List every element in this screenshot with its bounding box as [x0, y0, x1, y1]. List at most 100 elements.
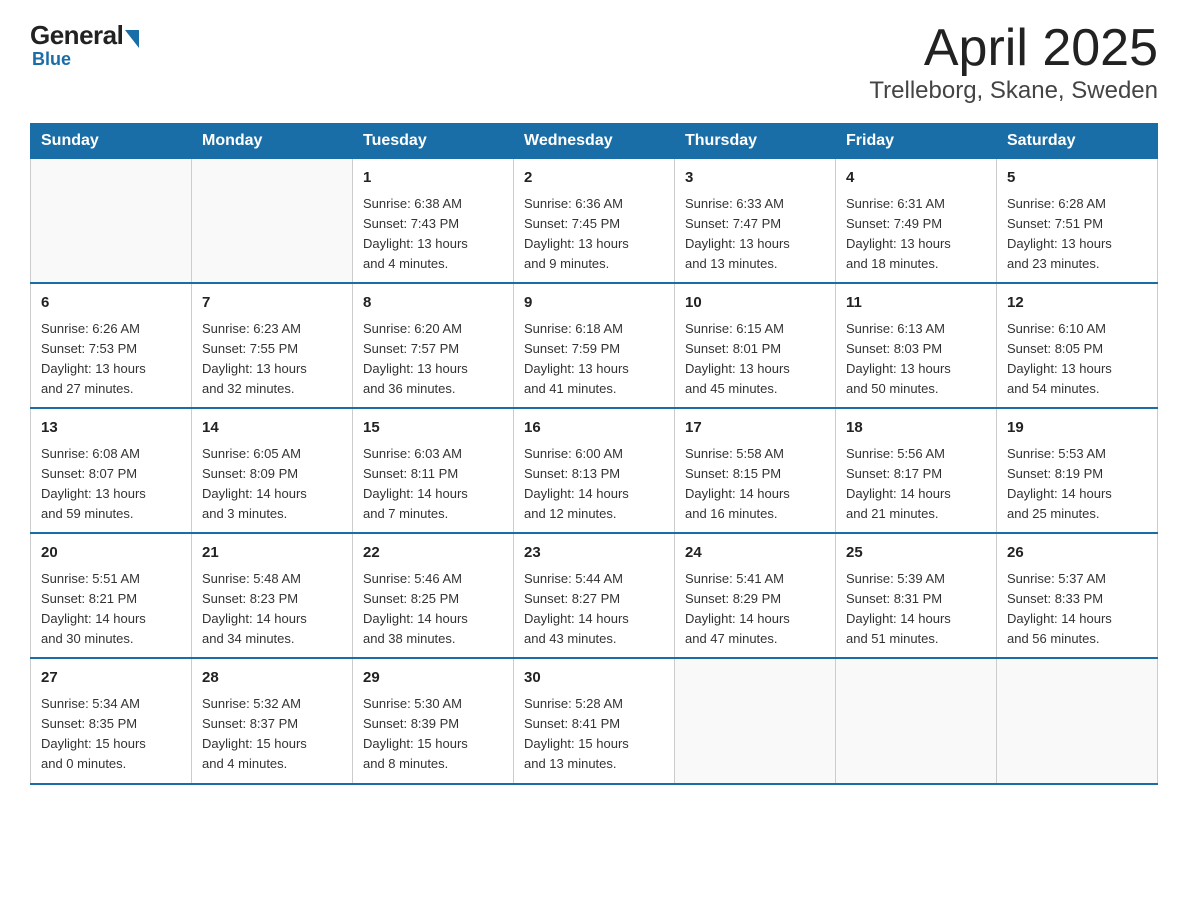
- title-block: April 2025 Trelleborg, Skane, Sweden: [869, 20, 1158, 105]
- day-number: 25: [846, 542, 986, 565]
- day-number: 6: [41, 292, 181, 315]
- day-number: 4: [846, 167, 986, 190]
- calendar-cell: 3Sunrise: 6:33 AMSunset: 7:47 PMDaylight…: [675, 159, 836, 284]
- calendar-cell: 18 Sunrise: 5:56 AMSunset: 8:17 PMDayligh…: [836, 408, 997, 533]
- day-number: 30: [524, 667, 664, 690]
- day-number: 23: [524, 542, 664, 565]
- day-info: Sunrise: 5:58 AMSunset: 8:15 PMDaylight:…: [685, 444, 825, 525]
- day-number: 29: [363, 667, 503, 690]
- day-number: 13: [41, 417, 181, 440]
- calendar-cell: 17 Sunrise: 5:58 AMSunset: 8:15 PMDayligh…: [675, 408, 836, 533]
- day-info: Sunrise: 6:18 AMSunset: 7:59 PMDaylight:…: [524, 319, 664, 400]
- day-info: Sunrise: 5:41 AMSunset: 8:29 PMDaylight:…: [685, 569, 825, 650]
- day-info: Sunrise: 6:20 AMSunset: 7:57 PMDaylight:…: [363, 319, 503, 400]
- calendar-cell: [31, 159, 192, 284]
- day-info: Sunrise: 5:32 AMSunset: 8:37 PMDaylight:…: [202, 694, 342, 775]
- calendar-cell: 25 Sunrise: 5:39 AMSunset: 8:31 PMDayligh…: [836, 533, 997, 658]
- calendar-cell: 9Sunrise: 6:18 AMSunset: 7:59 PMDaylight…: [514, 283, 675, 408]
- header-day-monday: Monday: [192, 124, 353, 159]
- day-info: Sunrise: 6:05 AMSunset: 8:09 PMDaylight:…: [202, 444, 342, 525]
- calendar-cell: 30 Sunrise: 5:28 AMSunset: 8:41 PMDayligh…: [514, 658, 675, 783]
- day-info: Sunrise: 6:38 AMSunset: 7:43 PMDaylight:…: [363, 194, 503, 275]
- day-number: 15: [363, 417, 503, 440]
- day-info: Sunrise: 6:23 AMSunset: 7:55 PMDaylight:…: [202, 319, 342, 400]
- day-info: Sunrise: 6:00 AMSunset: 8:13 PMDaylight:…: [524, 444, 664, 525]
- calendar-cell: 21 Sunrise: 5:48 AMSunset: 8:23 PMDayligh…: [192, 533, 353, 658]
- calendar-cell: 7 Sunrise: 6:23 AMSunset: 7:55 PMDaylight…: [192, 283, 353, 408]
- calendar-cell: 19Sunrise: 5:53 AMSunset: 8:19 PMDayligh…: [997, 408, 1158, 533]
- day-info: Sunrise: 5:46 AMSunset: 8:25 PMDaylight:…: [363, 569, 503, 650]
- day-info: Sunrise: 6:28 AMSunset: 7:51 PMDaylight:…: [1007, 194, 1147, 275]
- day-info: Sunrise: 5:30 AMSunset: 8:39 PMDaylight:…: [363, 694, 503, 775]
- calendar-cell: 5 Sunrise: 6:28 AMSunset: 7:51 PMDaylight…: [997, 159, 1158, 284]
- day-number: 27: [41, 667, 181, 690]
- calendar-subtitle: Trelleborg, Skane, Sweden: [869, 77, 1158, 105]
- calendar-cell: 28 Sunrise: 5:32 AMSunset: 8:37 PMDayligh…: [192, 658, 353, 783]
- calendar-cell: 10 Sunrise: 6:15 AMSunset: 8:01 PMDayligh…: [675, 283, 836, 408]
- calendar-cell: [675, 658, 836, 783]
- day-info: Sunrise: 5:56 AMSunset: 8:17 PMDaylight:…: [846, 444, 986, 525]
- day-info: Sunrise: 5:51 AMSunset: 8:21 PMDaylight:…: [41, 569, 181, 650]
- header-day-thursday: Thursday: [675, 124, 836, 159]
- calendar-cell: 12Sunrise: 6:10 AMSunset: 8:05 PMDayligh…: [997, 283, 1158, 408]
- calendar-cell: 15 Sunrise: 6:03 AMSunset: 8:11 PMDayligh…: [353, 408, 514, 533]
- header-day-saturday: Saturday: [997, 124, 1158, 159]
- day-info: Sunrise: 5:34 AMSunset: 8:35 PMDaylight:…: [41, 694, 181, 775]
- calendar-cell: 1 Sunrise: 6:38 AMSunset: 7:43 PMDaylight…: [353, 159, 514, 284]
- calendar-cell: 2Sunrise: 6:36 AMSunset: 7:45 PMDaylight…: [514, 159, 675, 284]
- day-number: 14: [202, 417, 342, 440]
- day-info: Sunrise: 6:26 AMSunset: 7:53 PMDaylight:…: [41, 319, 181, 400]
- header-day-friday: Friday: [836, 124, 997, 159]
- calendar-title: April 2025: [869, 20, 1158, 77]
- day-number: 11: [846, 292, 986, 315]
- day-number: 26: [1007, 542, 1147, 565]
- day-number: 17: [685, 417, 825, 440]
- calendar-header-row: SundayMondayTuesdayWednesdayThursdayFrid…: [31, 124, 1158, 159]
- day-number: 19: [1007, 417, 1147, 440]
- logo: General Blue: [30, 20, 139, 70]
- calendar-table: SundayMondayTuesdayWednesdayThursdayFrid…: [30, 123, 1158, 784]
- calendar-cell: 11 Sunrise: 6:13 AMSunset: 8:03 PMDayligh…: [836, 283, 997, 408]
- day-info: Sunrise: 6:15 AMSunset: 8:01 PMDaylight:…: [685, 319, 825, 400]
- calendar-week-row: 27 Sunrise: 5:34 AMSunset: 8:35 PMDayligh…: [31, 658, 1158, 783]
- day-info: Sunrise: 6:36 AMSunset: 7:45 PMDaylight:…: [524, 194, 664, 275]
- day-info: Sunrise: 5:28 AMSunset: 8:41 PMDaylight:…: [524, 694, 664, 775]
- day-info: Sunrise: 6:03 AMSunset: 8:11 PMDaylight:…: [363, 444, 503, 525]
- day-number: 18: [846, 417, 986, 440]
- calendar-cell: [836, 658, 997, 783]
- calendar-cell: 22 Sunrise: 5:46 AMSunset: 8:25 PMDayligh…: [353, 533, 514, 658]
- day-number: 20: [41, 542, 181, 565]
- header-day-sunday: Sunday: [31, 124, 192, 159]
- day-number: 28: [202, 667, 342, 690]
- calendar-week-row: 6 Sunrise: 6:26 AMSunset: 7:53 PMDaylight…: [31, 283, 1158, 408]
- day-number: 16: [524, 417, 664, 440]
- day-number: 21: [202, 542, 342, 565]
- day-number: 10: [685, 292, 825, 315]
- calendar-cell: 13Sunrise: 6:08 AMSunset: 8:07 PMDayligh…: [31, 408, 192, 533]
- day-number: 22: [363, 542, 503, 565]
- calendar-week-row: 20 Sunrise: 5:51 AMSunset: 8:21 PMDayligh…: [31, 533, 1158, 658]
- logo-blue-text: Blue: [32, 49, 71, 70]
- calendar-week-row: 13Sunrise: 6:08 AMSunset: 8:07 PMDayligh…: [31, 408, 1158, 533]
- day-number: 1: [363, 167, 503, 190]
- logo-arrow-icon: [125, 30, 139, 48]
- calendar-cell: 29 Sunrise: 5:30 AMSunset: 8:39 PMDayligh…: [353, 658, 514, 783]
- calendar-cell: 16 Sunrise: 6:00 AMSunset: 8:13 PMDayligh…: [514, 408, 675, 533]
- logo-general-text: General: [30, 20, 123, 51]
- header-day-tuesday: Tuesday: [353, 124, 514, 159]
- day-info: Sunrise: 5:48 AMSunset: 8:23 PMDaylight:…: [202, 569, 342, 650]
- header-day-wednesday: Wednesday: [514, 124, 675, 159]
- calendar-cell: 6 Sunrise: 6:26 AMSunset: 7:53 PMDaylight…: [31, 283, 192, 408]
- calendar-cell: 14 Sunrise: 6:05 AMSunset: 8:09 PMDayligh…: [192, 408, 353, 533]
- day-number: 5: [1007, 167, 1147, 190]
- day-number: 8: [363, 292, 503, 315]
- day-info: Sunrise: 5:39 AMSunset: 8:31 PMDaylight:…: [846, 569, 986, 650]
- calendar-cell: 27 Sunrise: 5:34 AMSunset: 8:35 PMDayligh…: [31, 658, 192, 783]
- day-info: Sunrise: 6:10 AMSunset: 8:05 PMDaylight:…: [1007, 319, 1147, 400]
- day-number: 7: [202, 292, 342, 315]
- calendar-cell: 8 Sunrise: 6:20 AMSunset: 7:57 PMDaylight…: [353, 283, 514, 408]
- day-number: 24: [685, 542, 825, 565]
- day-info: Sunrise: 6:13 AMSunset: 8:03 PMDaylight:…: [846, 319, 986, 400]
- calendar-cell: 26Sunrise: 5:37 AMSunset: 8:33 PMDayligh…: [997, 533, 1158, 658]
- calendar-cell: 20 Sunrise: 5:51 AMSunset: 8:21 PMDayligh…: [31, 533, 192, 658]
